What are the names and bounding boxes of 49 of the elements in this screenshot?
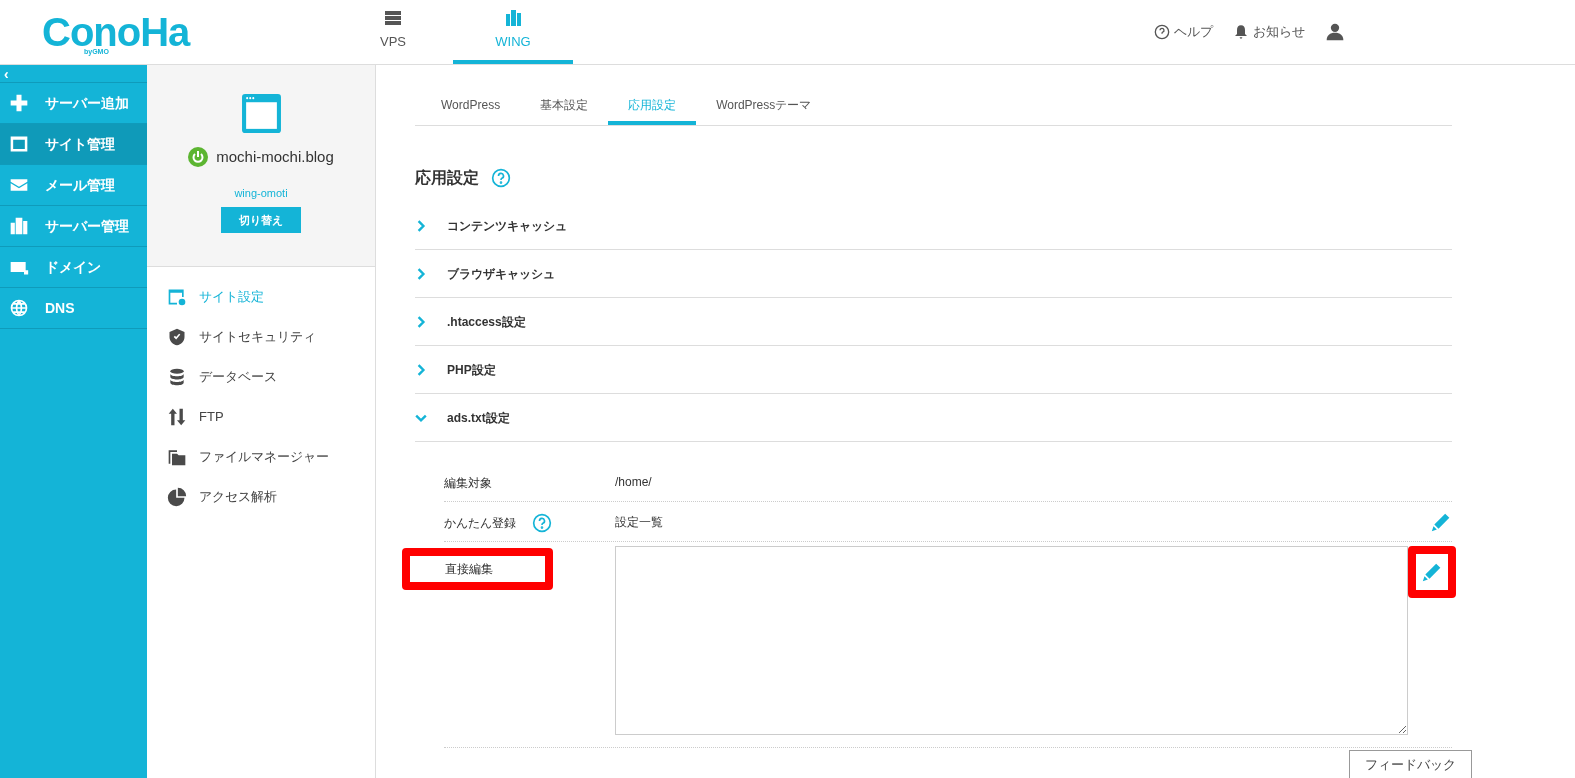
feedback-button[interactable]: フィードバック [1349, 750, 1472, 778]
chevron-icon [415, 267, 427, 280]
site-menu-item[interactable]: ファイルマネージャー [147, 437, 375, 477]
tab[interactable]: WordPress [421, 89, 521, 125]
pencil-icon[interactable] [1422, 562, 1442, 582]
help-icon [1154, 24, 1170, 40]
site-domain: mochi-mochi.blog [216, 147, 334, 167]
notifications-link[interactable]: お知らせ [1233, 22, 1305, 42]
tab[interactable]: WordPressテーマ [696, 89, 832, 125]
site-menu-item[interactable]: データベース [147, 357, 375, 397]
window-icon [9, 134, 29, 154]
window-gear-icon [167, 287, 187, 307]
help-icon[interactable] [491, 168, 511, 188]
field-label: 編集対象 [444, 474, 492, 492]
browser-window-icon [240, 93, 282, 134]
site-menu-item[interactable]: FTP [147, 397, 375, 437]
field-value: 設定一覧 [615, 513, 664, 531]
accordion-header[interactable]: ads.txt設定 [415, 394, 1452, 442]
bell-icon [1233, 24, 1249, 40]
accordion-header[interactable]: .htaccess設定 [415, 298, 1452, 346]
accordion-header[interactable]: ブラウザキャッシュ [415, 250, 1452, 298]
chevron-icon [415, 315, 427, 328]
help-icon[interactable] [532, 512, 552, 533]
user-icon[interactable] [1325, 22, 1345, 42]
accordion-header[interactable]: コンテンツキャッシュ [415, 202, 1452, 250]
section-title: 応用設定 [415, 168, 479, 188]
power-icon [188, 147, 209, 168]
shield-check-icon [167, 327, 187, 347]
pie-chart-icon [167, 487, 187, 507]
building-icon [503, 8, 523, 29]
site-menu-item[interactable]: サイトセキュリティ [147, 317, 375, 357]
field-label: 直接編集 [402, 548, 553, 590]
nav-tab[interactable]: VPS [333, 0, 453, 64]
plus-icon [9, 93, 29, 113]
field-value: /home/ [615, 473, 653, 491]
tab[interactable]: 基本設定 [520, 89, 609, 125]
accordion-header[interactable]: PHP設定 [415, 346, 1452, 394]
folders-icon [167, 447, 187, 467]
building-icon [9, 216, 29, 236]
up-down-arrows-icon [167, 407, 187, 427]
site-menu-item[interactable]: アクセス解析 [147, 477, 375, 517]
chevron-icon [415, 219, 427, 232]
database-icon [167, 367, 187, 387]
field-label: かんたん登録 [444, 514, 516, 532]
help-link[interactable]: ヘルプ [1154, 22, 1213, 42]
chevron-icon [415, 363, 427, 376]
globe-icon [9, 298, 29, 318]
edit-button[interactable] [1408, 546, 1456, 598]
account-name: wing-omoti [234, 185, 288, 201]
